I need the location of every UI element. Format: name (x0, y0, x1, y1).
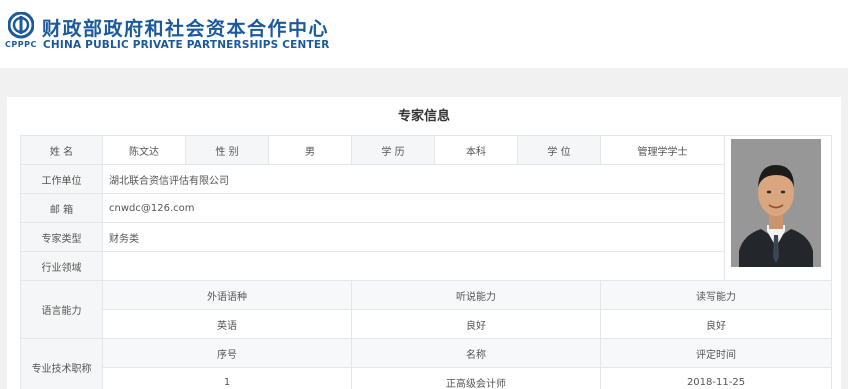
portrait-image (731, 139, 821, 267)
site-header: CPPPC 财政部政府和社会资本合作中心 CHINA PUBLIC PRIVAT… (0, 0, 848, 68)
email-value: cnwdc@126.com (102, 193, 725, 223)
table-row: 邮 箱 cnwdc@126.com (20, 193, 832, 223)
brand-name-en: CHINA PUBLIC PRIVATE PARTNERSHIPS CENTER (43, 39, 330, 51)
expert-info-panel: 专家信息 姓 名 陈文达 性 别 男 学 历 本科 学 位 管理学学士 工作单位… (7, 97, 841, 389)
table-row: 语言能力 外语语种 听说能力 读写能力 (20, 280, 832, 339)
expert-photo (731, 139, 821, 267)
title-cell: 2018-11-25 (600, 367, 832, 389)
expert-type-label: 专家类型 (20, 222, 103, 252)
language-header-cell: 读写能力 (600, 280, 832, 310)
name-label: 姓 名 (20, 135, 103, 165)
language-cell: 良好 (351, 309, 601, 339)
title-header-cell: 序号 (102, 338, 352, 368)
degree-value: 管理学学士 (600, 135, 725, 165)
language-header-cell: 外语语种 (102, 280, 352, 310)
title-header-cell: 名称 (351, 338, 601, 368)
brand-name-cn[interactable]: 财政部政府和社会资本合作中心 (42, 14, 329, 41)
employer-value: 湖北联合资信评估有限公司 (102, 164, 725, 194)
table-row: 英语 良好 良好 (21, 309, 832, 339)
education-label: 学 历 (351, 135, 435, 165)
table-row: 专业技术职称 序号 名称 评定时间 (20, 338, 832, 389)
gender-label: 性 别 (185, 135, 269, 165)
title-cell: 1 (102, 367, 352, 389)
table-row: 1 正高级会计师 2018-11-25 (21, 367, 832, 389)
table-row: 专家类型 财务类 (20, 222, 832, 252)
email-label: 邮 箱 (20, 193, 103, 223)
page-title: 专家信息 (397, 109, 450, 124)
language-cell: 英语 (102, 309, 352, 339)
language-label: 语言能力 (20, 280, 103, 339)
table-row: 工作单位 湖北联合资信评估有限公司 (20, 164, 832, 194)
title-header-cell: 评定时间 (600, 338, 832, 368)
language-header-cell: 听说能力 (351, 280, 601, 310)
degree-label: 学 位 (517, 135, 601, 165)
language-cell: 良好 (600, 309, 832, 339)
industry-label: 行业领域 (20, 251, 103, 281)
brand-abbr: CPPPC (5, 40, 37, 49)
education-value: 本科 (434, 135, 518, 165)
photo-cell (724, 135, 832, 281)
table-row: 姓 名 陈文达 性 别 男 学 历 本科 学 位 管理学学士 (20, 135, 832, 281)
title-cell: 正高级会计师 (351, 367, 601, 389)
expert-type-value: 财务类 (102, 222, 725, 252)
name-value: 陈文达 (102, 135, 186, 165)
table-row: 行业领域 (20, 251, 832, 281)
industry-value (102, 251, 725, 281)
expert-info-table: 姓 名 陈文达 性 别 男 学 历 本科 学 位 管理学学士 工作单位 湖北联合… (20, 135, 832, 389)
gender-value: 男 (268, 135, 352, 165)
professional-title-label: 专业技术职称 (20, 338, 103, 389)
employer-label: 工作单位 (20, 164, 103, 194)
